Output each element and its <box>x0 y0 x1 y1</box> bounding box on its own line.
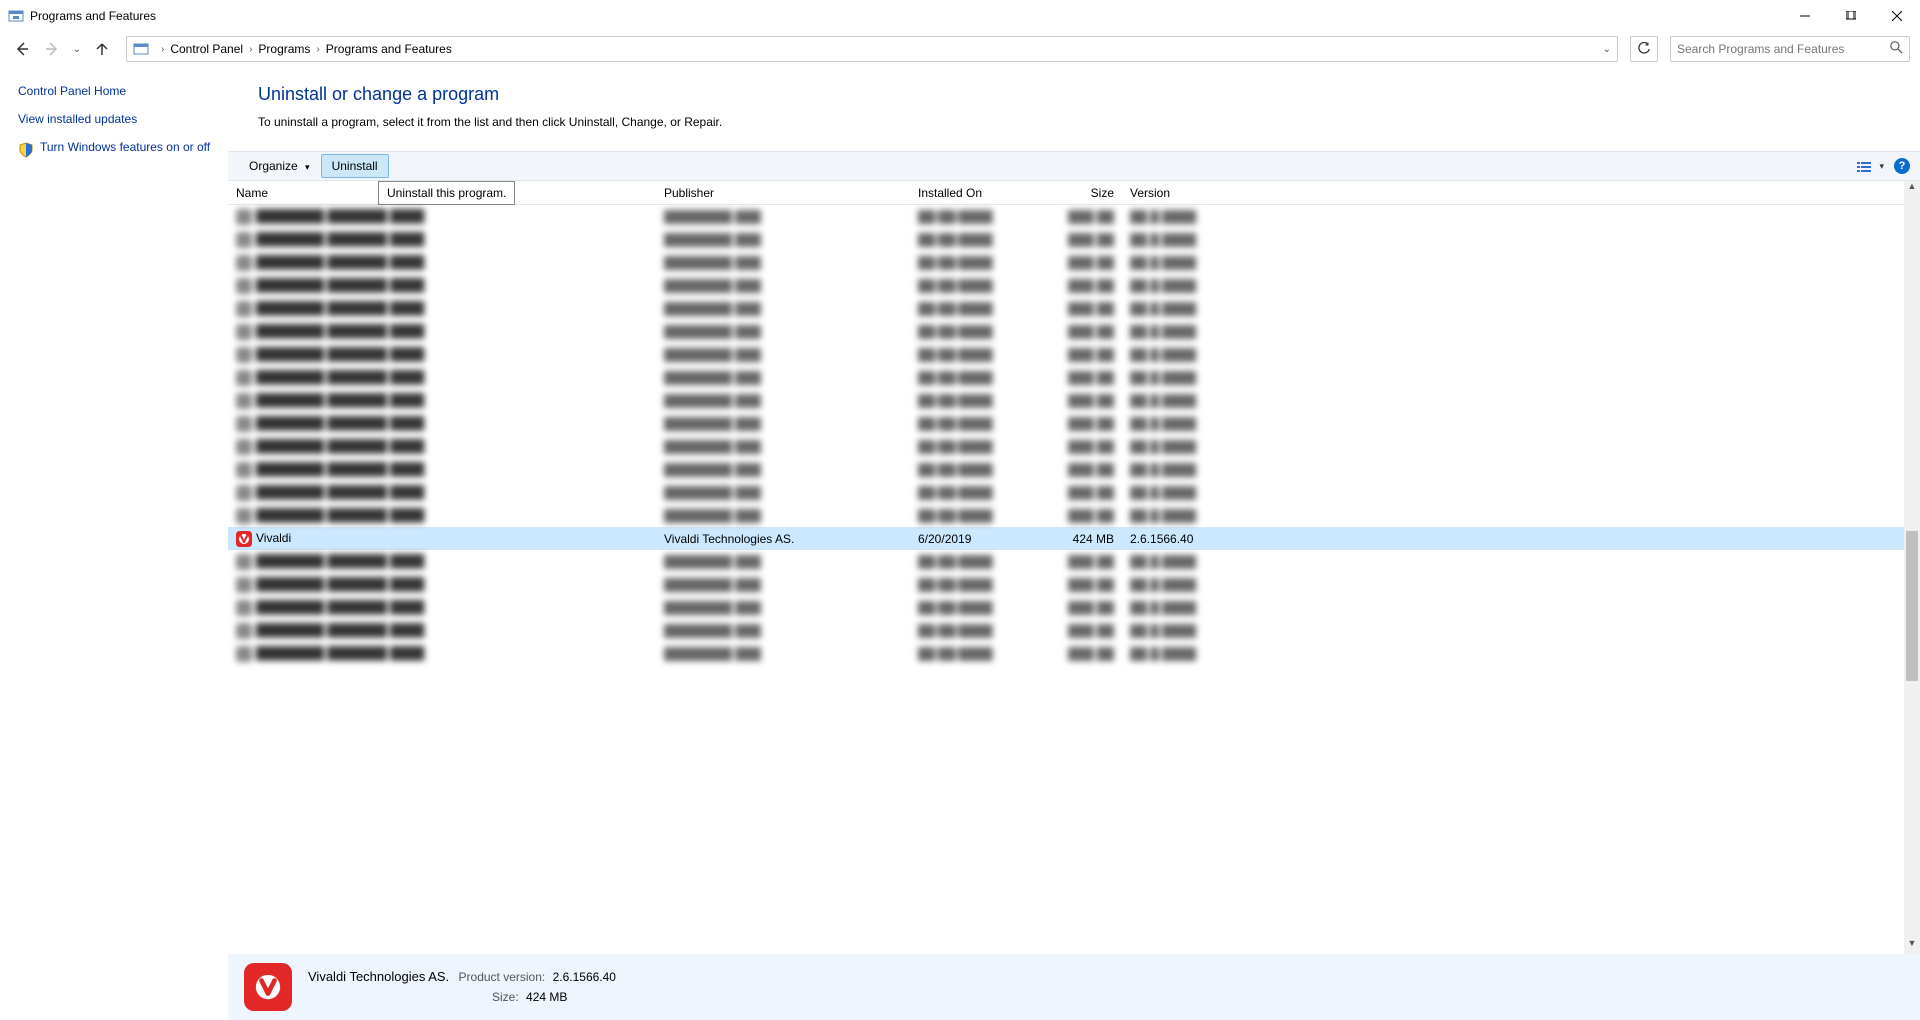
program-row-selected[interactable]: Vivaldi Vivaldi Technologies AS.6/20/2019… <box>228 527 1920 550</box>
program-row[interactable]: ████████ ███████ ████████████ █████/██/█… <box>228 642 1920 665</box>
details-pv-label: Product version: <box>459 970 546 984</box>
program-row[interactable]: ████████ ███████ ████████████ █████/██/█… <box>228 435 1920 458</box>
details-publisher: Vivaldi Technologies AS. <box>308 969 449 984</box>
minimize-button[interactable] <box>1782 0 1828 32</box>
program-row[interactable]: ████████ ███████ ████████████ █████/██/█… <box>228 297 1920 320</box>
column-publisher[interactable]: Publisher <box>656 186 910 200</box>
scroll-thumb[interactable] <box>1906 531 1918 681</box>
forward-button[interactable] <box>40 37 64 61</box>
search-icon[interactable] <box>1890 41 1903 57</box>
program-row[interactable]: ████████ ███████ ████████████ █████/██/█… <box>228 228 1920 251</box>
program-row[interactable]: ████████ ███████ ████████████ █████/██/█… <box>228 619 1920 642</box>
breadcrumb-item[interactable]: Programs <box>258 42 310 56</box>
program-row[interactable]: ████████ ███████ ████████████ █████/██/█… <box>228 596 1920 619</box>
chevron-right-icon: › <box>249 44 252 55</box>
program-row[interactable]: ████████ ███████ ████████████ █████/██/█… <box>228 343 1920 366</box>
program-row[interactable]: ████████ ███████ ████████████ █████/██/█… <box>228 366 1920 389</box>
page-heading: Uninstall or change a program <box>258 84 1920 105</box>
column-size[interactable]: Size <box>1018 186 1122 200</box>
search-box[interactable] <box>1670 36 1910 62</box>
up-button[interactable] <box>90 37 114 61</box>
details-pane: Vivaldi Technologies AS. Product version… <box>228 954 1920 1020</box>
back-button[interactable] <box>10 37 34 61</box>
program-row[interactable]: ████████ ███████ ████████████ █████/██/█… <box>228 550 1920 573</box>
row-size: 424 MB <box>1018 532 1122 546</box>
recent-locations-dropdown[interactable]: ⌄ <box>70 37 84 61</box>
help-button[interactable]: ? <box>1894 158 1910 174</box>
program-row[interactable]: ████████ ███████ ████████████ █████/██/█… <box>228 412 1920 435</box>
vivaldi-icon <box>236 531 252 547</box>
details-size-value: 424 MB <box>526 990 567 1004</box>
program-row[interactable]: ████████ ███████ ████████████ █████/██/█… <box>228 251 1920 274</box>
breadcrumb-item[interactable]: Programs and Features <box>326 42 452 56</box>
scroll-down-icon[interactable]: ▼ <box>1904 938 1920 954</box>
close-button[interactable] <box>1874 0 1920 32</box>
program-row[interactable]: ████████ ███████ ████████████ █████/██/█… <box>228 320 1920 343</box>
organize-label: Organize <box>249 159 298 173</box>
program-row[interactable]: ████████ ███████ ████████████ █████/██/█… <box>228 481 1920 504</box>
windows-features-link[interactable]: Turn Windows features on or off <box>40 140 210 154</box>
refresh-button[interactable] <box>1630 36 1658 62</box>
programs-icon <box>8 8 24 24</box>
control-panel-home-link[interactable]: Control Panel Home <box>18 84 218 98</box>
chevron-right-icon: › <box>316 44 319 55</box>
chevron-down-icon[interactable]: ▾ <box>1879 161 1884 172</box>
shield-icon <box>18 142 34 158</box>
row-version: 2.6.1566.40 <box>1122 532 1292 546</box>
breadcrumb-item[interactable]: Control Panel <box>170 42 243 56</box>
vivaldi-app-icon <box>244 963 292 1011</box>
view-options-button[interactable] <box>1857 161 1873 171</box>
program-row[interactable]: ████████ ███████ ████████████ █████/██/█… <box>228 389 1920 412</box>
details-pv-value: 2.6.1566.40 <box>553 970 616 984</box>
program-row[interactable]: ████████ ███████ ████████████ █████/██/█… <box>228 274 1920 297</box>
page-subtext: To uninstall a program, select it from t… <box>258 115 1920 129</box>
column-version[interactable]: Version <box>1122 186 1292 200</box>
row-installed: 6/20/2019 <box>910 532 1018 546</box>
address-bar[interactable]: › Control Panel › Programs › Programs an… <box>126 36 1618 62</box>
row-publisher: Vivaldi Technologies AS. <box>656 532 910 546</box>
window-title: Programs and Features <box>30 9 156 23</box>
uninstall-button[interactable]: Uninstall <box>321 154 389 178</box>
column-installed-on[interactable]: Installed On <box>910 186 1018 200</box>
program-row[interactable]: ████████ ███████ ████████████ █████/██/█… <box>228 205 1920 228</box>
search-input[interactable] <box>1677 42 1890 56</box>
organize-button[interactable]: Organize ▾ <box>238 154 321 178</box>
row-name: Vivaldi <box>256 531 291 545</box>
program-row[interactable]: ████████ ███████ ████████████ █████/██/█… <box>228 458 1920 481</box>
details-size-label: Size: <box>492 990 519 1004</box>
chevron-right-icon: › <box>161 44 164 55</box>
view-installed-updates-link[interactable]: View installed updates <box>18 112 218 126</box>
maximize-button[interactable] <box>1828 0 1874 32</box>
location-icon <box>133 41 149 57</box>
scroll-up-icon[interactable]: ▲ <box>1904 181 1920 197</box>
scrollbar[interactable]: ▲ ▼ <box>1904 181 1920 954</box>
chevron-down-icon: ▾ <box>305 162 310 172</box>
program-row[interactable]: ████████ ███████ ████████████ █████/██/█… <box>228 573 1920 596</box>
program-row[interactable]: ████████ ███████ ████████████ █████/██/█… <box>228 504 1920 527</box>
address-dropdown-icon[interactable]: ⌄ <box>1603 44 1611 55</box>
uninstall-tooltip: Uninstall this program. <box>378 181 515 205</box>
